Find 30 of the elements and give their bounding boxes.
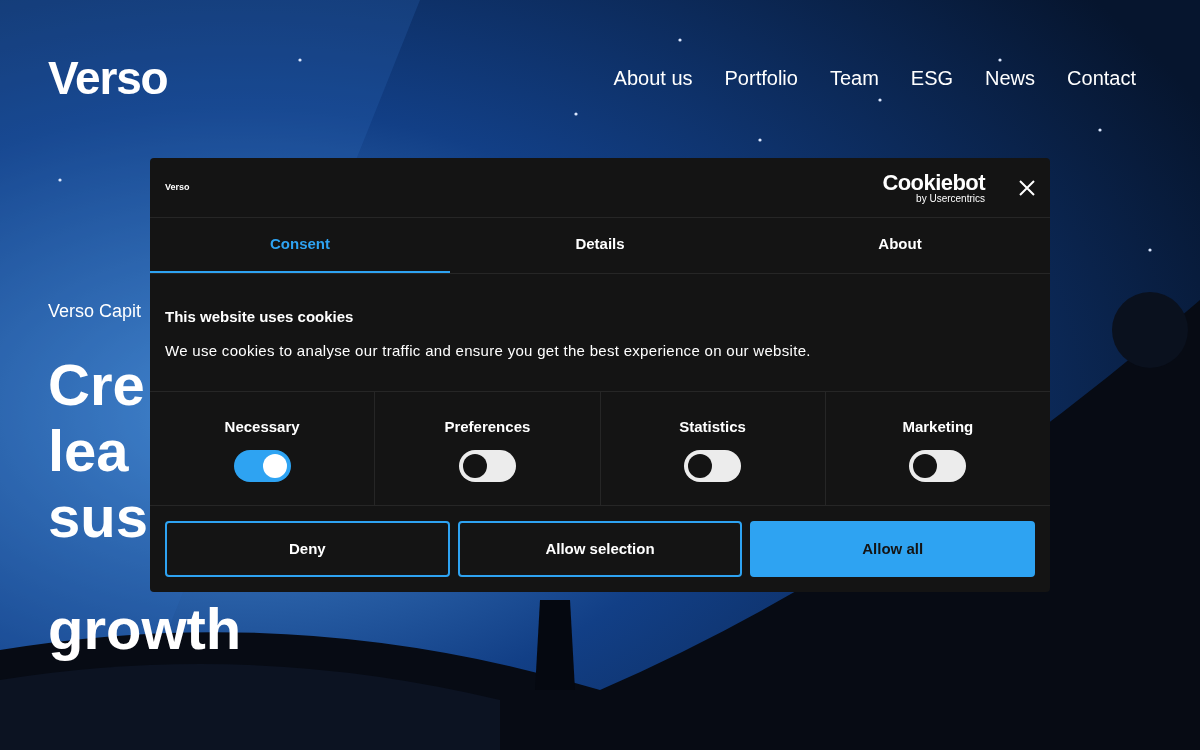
- nav-link[interactable]: About us: [613, 63, 693, 93]
- close-icon[interactable]: [1019, 179, 1035, 196]
- category-label: Marketing: [902, 418, 974, 436]
- dialog-tab[interactable]: Details: [450, 218, 750, 273]
- hero-eyebrow: Verso Capit: [48, 302, 142, 320]
- toggle-switch[interactable]: [458, 450, 516, 482]
- hero-heading-line: Cre: [48, 352, 145, 418]
- dialog-tab[interactable]: About: [750, 218, 1050, 273]
- dialog-tab[interactable]: Consent: [150, 218, 450, 273]
- cookiebot-logo: Cookiebot by Usercentrics: [882, 171, 985, 204]
- dialog-text: We use cookies to analyse our traffic and ensure you get the best experience on our website.: [165, 342, 811, 360]
- site-logo[interactable]: Verso: [48, 55, 168, 101]
- toggle-switch[interactable]: [909, 450, 967, 482]
- consent-button[interactable]: Allow selection: [457, 521, 743, 577]
- nav-link[interactable]: Portfolio: [724, 63, 798, 93]
- consent-button[interactable]: Allow all: [750, 521, 1035, 577]
- nav-link[interactable]: Contact: [1067, 63, 1136, 93]
- brand-logo: Verso: [165, 180, 190, 194]
- dialog-title: This website uses cookies: [165, 308, 354, 326]
- hero-heading-line: sus: [48, 484, 148, 550]
- toggle-switch[interactable]: [233, 450, 291, 482]
- toggle-switch[interactable]: [684, 450, 742, 482]
- consent-button[interactable]: Deny: [165, 521, 450, 577]
- nav-link[interactable]: News: [985, 63, 1036, 93]
- nav-link[interactable]: ESG: [910, 63, 954, 93]
- category-label: Necessary: [224, 418, 300, 436]
- nav-link[interactable]: Team: [829, 63, 879, 93]
- category-label: Statistics: [679, 418, 746, 436]
- hero-heading-line: lea: [48, 418, 129, 484]
- category-label: Preferences: [444, 418, 531, 436]
